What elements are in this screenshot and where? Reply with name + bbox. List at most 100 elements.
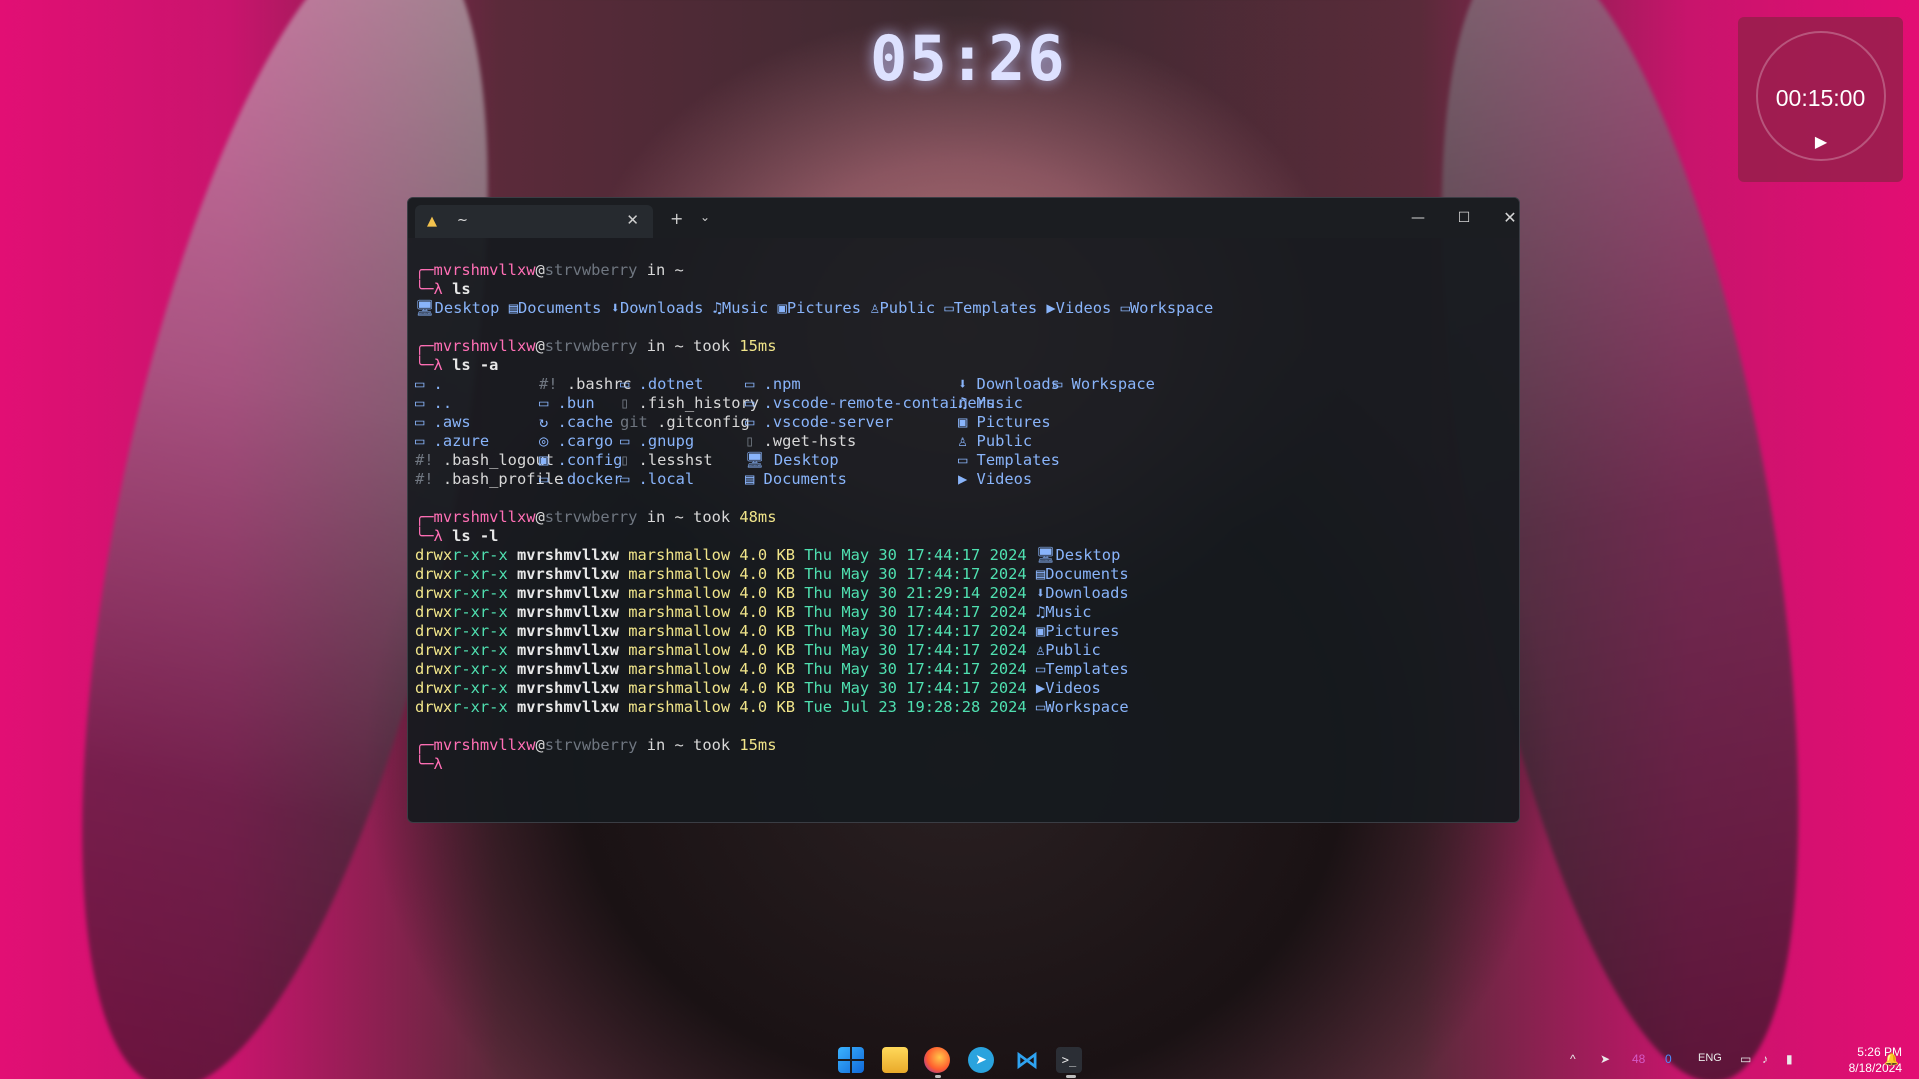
ls-a-entry[interactable]: ↻ .cache [539, 413, 613, 432]
ls-l-name[interactable]: Music [1045, 603, 1091, 621]
entry-name: .. [433, 394, 453, 412]
ls-a-entry[interactable]: ▭ .npm [745, 375, 801, 394]
ls-a-entry[interactable]: ▭ .local [620, 470, 694, 489]
ls-a-entry[interactable]: ▣ Pictures [958, 413, 1051, 432]
show-hidden-icons-chevron[interactable]: ^ [1570, 1052, 1576, 1066]
ls-a-entry[interactable]: ▣ .config [539, 451, 622, 470]
ls-entry[interactable]: Music [722, 299, 768, 317]
entry-name: .gnupg [638, 432, 695, 450]
ls-l-name[interactable]: Desktop [1055, 546, 1120, 564]
ls-entry[interactable]: Workspace [1130, 299, 1213, 317]
entry-icon: ▭ [415, 375, 434, 393]
size: 4.0 KB [730, 660, 795, 678]
folder-icon: ▭ [1120, 299, 1130, 317]
windows-start-icon[interactable] [838, 1047, 864, 1073]
ls-a-entry[interactable]: ▶ Videos [958, 470, 1032, 489]
network-icon[interactable]: ▭ [1740, 1052, 1751, 1066]
entry-icon: ⬇ [958, 375, 977, 393]
file-explorer-icon[interactable] [882, 1047, 908, 1073]
entry-icon: ▭ [620, 375, 639, 393]
group: marshmallow [618, 679, 731, 697]
minimize-button[interactable]: — [1398, 204, 1438, 232]
play-icon[interactable]: ▶ [1812, 132, 1830, 152]
send-icon[interactable]: ➤ [1600, 1052, 1610, 1066]
group: marshmallow [618, 641, 731, 659]
prompt-corner: ╰─ [415, 356, 434, 374]
ls-a-entry[interactable]: ▭ .aws [415, 413, 471, 432]
date: Thu May 30 17:44:17 2024 [795, 565, 1027, 583]
terminal-output[interactable]: ╭─mvrshmvllxw@strvwberry in ~ ╰─λ ls 🖥Desk… [415, 261, 1515, 821]
ls-entry[interactable]: Desktop [435, 299, 500, 317]
tray-count-b[interactable]: 0 [1665, 1052, 1672, 1066]
volume-icon[interactable]: ♪ [1762, 1052, 1768, 1066]
maximize-button[interactable]: ☐ [1444, 204, 1484, 232]
ls-entry[interactable]: Videos [1056, 299, 1112, 317]
size: 4.0 KB [730, 603, 795, 621]
ls-a-entry[interactable]: ♙ Public [958, 432, 1032, 451]
ls-a-entry[interactable]: ▭ .azure [415, 432, 489, 451]
ls-entry[interactable]: Public [880, 299, 936, 317]
ls-a-entry[interactable]: ◎ .cargo [539, 432, 613, 451]
ls-l-name[interactable]: Templates [1045, 660, 1128, 678]
ls-l-name[interactable]: Pictures [1045, 622, 1119, 640]
ls-l-name[interactable]: Workspace [1045, 698, 1128, 716]
ls-a-entry[interactable]: ▭ .gnupg [620, 432, 694, 451]
terminal-icon[interactable]: >_ [1056, 1047, 1082, 1073]
vscode-icon[interactable]: ⋈ [1014, 1047, 1040, 1073]
close-tab-icon[interactable]: ✕ [626, 211, 639, 229]
ls-a-entry[interactable]: ♫ Music [958, 394, 1023, 413]
ls-a-entry[interactable]: ▭ .bun [539, 394, 595, 413]
language-indicator[interactable]: ENG [1698, 1052, 1722, 1064]
entry-name: Videos [976, 470, 1033, 488]
ls-entry[interactable]: Downloads [620, 299, 703, 317]
ls-a-entry[interactable]: ▯ .wget-hsts [745, 432, 856, 451]
entry-icon: ▭ [620, 432, 639, 450]
perm-group: r-x [452, 565, 480, 583]
telegram-icon[interactable]: ➤ [968, 1047, 994, 1073]
ls-l-name[interactable]: Public [1045, 641, 1101, 659]
perm-other: r-x [479, 565, 508, 583]
ls-l-row: drwxr-xr-x mvrshmvllxw marshmallow 4.0 K… [415, 546, 1515, 565]
ls-entry[interactable]: Pictures [787, 299, 861, 317]
ls-a-entry[interactable]: ▭ .vscode-server [745, 413, 893, 432]
prompt-host: strvwberry [544, 736, 638, 754]
ls-a-entry[interactable]: ▯ .fish_history [620, 394, 759, 413]
ls-l-name[interactable]: Videos [1045, 679, 1101, 697]
ls-a-entry[interactable]: ▭ .. [415, 394, 452, 413]
ls-a-entry[interactable]: ▯ .lesshst [620, 451, 713, 470]
chevron-down-icon[interactable]: ⌄ [700, 210, 710, 224]
ls-a-entry[interactable]: ▭ .docker [539, 470, 622, 489]
notification-bell-icon[interactable]: 🔔 [1884, 1052, 1899, 1066]
ls-a-entry[interactable]: ▭ Templates [958, 451, 1060, 470]
ls-l-name[interactable]: Documents [1045, 565, 1128, 583]
entry-name: .dotnet [638, 375, 704, 393]
firefox-icon[interactable] [924, 1047, 950, 1073]
ls-a-entry[interactable]: ▭ . [415, 375, 443, 394]
ls-a-entry[interactable]: ⬇ Downloads [958, 375, 1060, 394]
battery-icon[interactable]: ▮ [1786, 1052, 1793, 1066]
ls-a-entry[interactable]: ▤ Documents [745, 470, 847, 489]
perm-dir: d [415, 698, 425, 716]
tab-home[interactable]: ▲ ~ ✕ [415, 205, 653, 238]
prompt-corner: ╭─ [415, 736, 434, 754]
close-window-button[interactable]: ✕ [1490, 204, 1519, 232]
ls-a-entry[interactable]: 🖥 Desktop [745, 451, 839, 470]
ls-a-entry[interactable]: git .gitconfig [620, 413, 750, 432]
ls-a-entry[interactable]: #! .bashrc [539, 375, 632, 394]
new-tab-button[interactable]: + [670, 209, 683, 228]
ls-a-entry[interactable]: ▭ .dotnet [620, 375, 703, 394]
ls-entry[interactable]: Documents [518, 299, 601, 317]
group: marshmallow [618, 603, 731, 621]
ls-a-entry[interactable]: #! .bash_logout [415, 451, 554, 470]
ls-a-entry[interactable]: ▭ Workspace [1053, 375, 1155, 394]
tray-count-a[interactable]: 48 [1632, 1052, 1645, 1066]
group: marshmallow [618, 546, 731, 564]
folder-icon: ▣ [1026, 622, 1046, 640]
ls-l-name[interactable]: Downloads [1045, 584, 1128, 602]
entry-name: .fish_history [638, 394, 760, 412]
ls-entry[interactable]: Templates [954, 299, 1037, 317]
